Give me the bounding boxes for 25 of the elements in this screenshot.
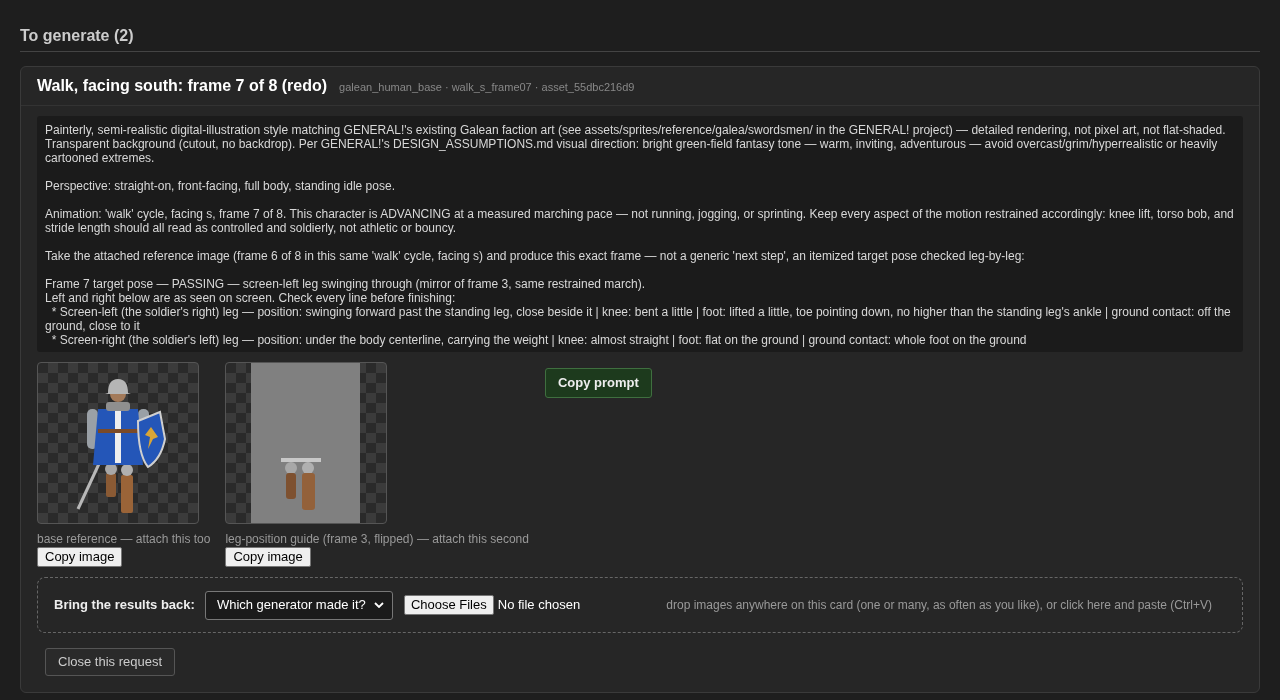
prompt-text: * Screen-right (the soldier's left) leg — position: under the body centerline, carrying the weight | knee: almost straight | foot: flat on the ground | ground contact: whole foot on the ground: [50, 333, 1028, 347]
prompt-text: Take the attached reference image (frame 6 of 8 in this same 'walk' cycle, facing s) and produce this exact frame — not a generic 'next step', an itemized target pose checked leg-by-leg:: [45, 249, 1026, 263]
boots-drawing: [278, 458, 323, 510]
chevron-down-icon: [373, 602, 384, 608]
prompt-text: * Screen-left (the soldier's right) leg — position: swinging forward past the standing leg, close beside it | knee: bent a little | foot: lifted a little, toe pointing down, no higher than the standing leg's ankle | ground contact: off the ground, close to it: [45, 305, 1232, 333]
prompt-text: Animation: 'walk' cycle, facing s, frame 7 of 8. This character is ADVANCING at a measured marching pace — not running, jogging, or sprinting. Keep every aspect of the motion restrained accordingly: knee lift, torso bob, and stride length should all read as controlled and soldierly, not athletic or bouncy.: [45, 207, 1235, 235]
drop-hint: drop images anywhere on this card (one or many, as often as you like), or click here and paste (Ctrl+V): [666, 597, 1212, 614]
image-caption: leg-position guide (frame 3, flipped) — attach this second: [225, 532, 529, 546]
results-label: Bring the results back:: [54, 596, 195, 615]
generator-select[interactable]: Which generator made it?: [204, 590, 393, 620]
copy-image-button[interactable]: Copy image: [225, 547, 311, 567]
asset-meta: galean_human_base · walk_s_frame07 · asset_55dbc216d9: [339, 79, 635, 95]
close-request-button[interactable]: Close this request: [45, 648, 176, 676]
prompt-text: Frame 7 target pose — PASSING — screen-left leg swinging through (mirror of frame 3, same restrained march).: [45, 277, 646, 291]
copy-image-button[interactable]: Copy image: [37, 547, 123, 567]
prompt-text: Painterly, semi-realistic digital-illustration style matching GENERAL!'s existing Galean faction art (see assets/sprites/reference/galea/swordsmen/ in the GENERAL! project) — detailed rendering, not pixel art, not flat-shaded. Transparent background (cutout, no backdrop). Per GENERAL!'s DESIGN_ASSUMPTIONS.md visual direction: bright green-field fantasy tone — warm, inviting, adventurous — avoid overcast/grim/hyperrealistic or heavily cartooned extremes.: [45, 123, 1227, 165]
section-title: To generate (2): [20, 26, 134, 46]
drop-zone[interactable]: Bring the results back: Which generator made it? Choose Files No file chosen drop images anywhere on this card (one or many, as often as you like), or click here and paste (Ctrl+V): [37, 577, 1243, 633]
image-caption: base reference — attach this too: [37, 532, 211, 546]
choose-files-button[interactable]: Choose Files: [403, 595, 494, 615]
file-status: No file chosen: [497, 596, 581, 615]
copy-prompt-button[interactable]: Copy prompt: [544, 368, 652, 398]
prompt-text: Left and right below are as seen on screen. Check every line before finishing:: [45, 291, 457, 305]
request-title: Walk, facing south: frame 7 of 8 (redo): [37, 76, 328, 96]
prompt-text: Perspective: straight-on, front-facing, full body, standing idle pose.: [45, 179, 396, 193]
